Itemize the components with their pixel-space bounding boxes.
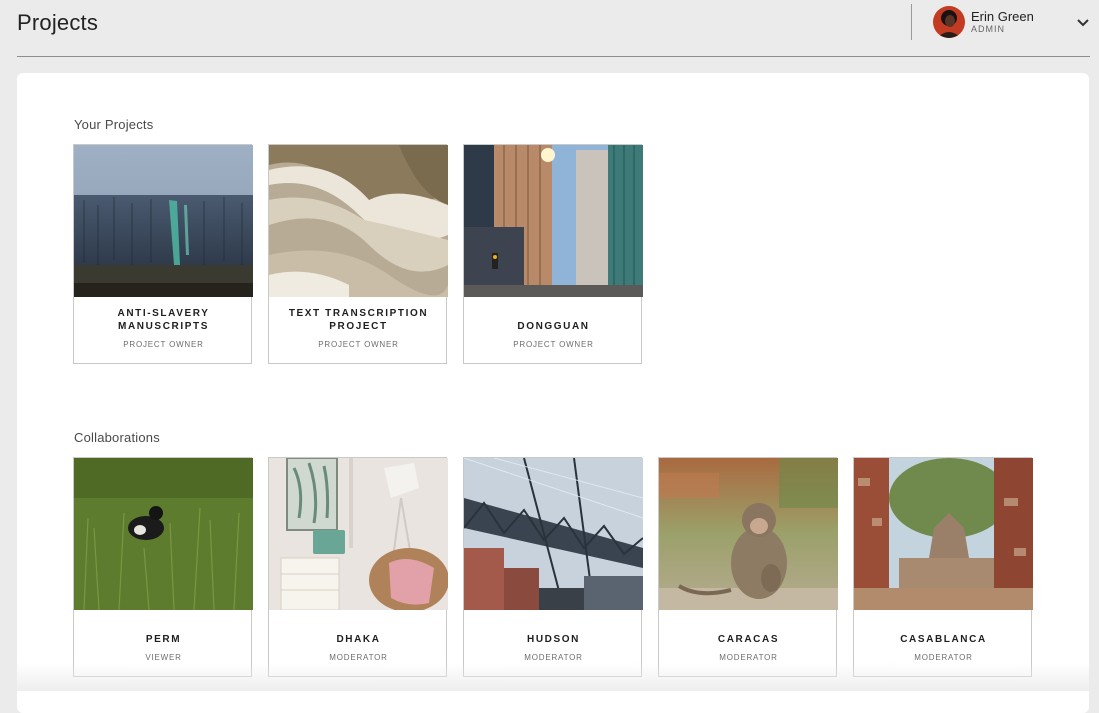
project-role: MODERATOR bbox=[719, 653, 778, 662]
monkey-photo bbox=[659, 458, 838, 610]
project-name: HUDSON bbox=[527, 634, 580, 645]
user-role: ADMIN bbox=[971, 24, 1005, 34]
project-name: PERM bbox=[145, 634, 182, 645]
weathered-wall-photo bbox=[74, 145, 253, 297]
projects-panel: Your Projects ANTI-SLAVERY MANUSCRIPTS P… bbox=[17, 73, 1089, 713]
project-name: TEXT TRANSCRIPTION PROJECT bbox=[288, 308, 429, 332]
card-caption: CASABLANCA MODERATOR bbox=[854, 610, 1033, 678]
bridge-photo bbox=[464, 458, 643, 610]
collaboration-card[interactable]: CASABLANCA MODERATOR bbox=[853, 457, 1033, 678]
project-name: CASABLANCA bbox=[900, 634, 987, 645]
project-card[interactable]: DONGGUAN PROJECT OWNER bbox=[463, 144, 643, 365]
project-card[interactable]: TEXT TRANSCRIPTION PROJECT PROJECT OWNER bbox=[268, 144, 448, 365]
project-role: PROJECT OWNER bbox=[513, 340, 594, 349]
project-role: PROJECT OWNER bbox=[123, 340, 204, 349]
card-caption: DHAKA MODERATOR bbox=[269, 610, 448, 678]
project-role: MODERATOR bbox=[914, 653, 973, 662]
card-caption: TEXT TRANSCRIPTION PROJECT PROJECT OWNER bbox=[269, 297, 448, 365]
user-menu[interactable]: Erin Green ADMIN bbox=[933, 6, 1034, 38]
vintage-room-photo bbox=[269, 458, 448, 610]
project-name: DONGGUAN bbox=[517, 321, 590, 332]
project-role: MODERATOR bbox=[329, 653, 388, 662]
card-caption: HUDSON MODERATOR bbox=[464, 610, 643, 678]
header-underline bbox=[17, 56, 1090, 57]
project-role: MODERATOR bbox=[524, 653, 583, 662]
section-title-collaborations: Collaborations bbox=[74, 430, 160, 445]
collaboration-card[interactable]: DHAKA MODERATOR bbox=[268, 457, 448, 678]
city-skyscrapers-photo bbox=[464, 145, 643, 297]
card-caption: CARACAS MODERATOR bbox=[659, 610, 838, 678]
ruins-photo bbox=[854, 458, 1033, 610]
project-card[interactable]: ANTI-SLAVERY MANUSCRIPTS PROJECT OWNER bbox=[73, 144, 253, 365]
avatar[interactable] bbox=[933, 6, 965, 38]
user-name: Erin Green bbox=[971, 9, 1034, 24]
collaboration-card[interactable]: PERM VIEWER bbox=[73, 457, 253, 678]
header-divider bbox=[911, 4, 912, 40]
project-name: CARACAS bbox=[717, 634, 780, 645]
project-role: VIEWER bbox=[145, 653, 182, 662]
collaboration-card[interactable]: CARACAS MODERATOR bbox=[658, 457, 838, 678]
bird-in-grass-photo bbox=[74, 458, 253, 610]
card-caption: ANTI-SLAVERY MANUSCRIPTS PROJECT OWNER bbox=[74, 297, 253, 365]
project-name: DHAKA bbox=[336, 634, 381, 645]
section-title-your-projects: Your Projects bbox=[74, 117, 154, 132]
card-caption: DONGGUAN PROJECT OWNER bbox=[464, 297, 643, 365]
desert-dunes-photo bbox=[269, 145, 448, 297]
page-title: Projects bbox=[17, 10, 99, 35]
user-info: Erin Green ADMIN bbox=[971, 9, 1034, 35]
top-bar: Projects Erin Green ADMIN bbox=[0, 0, 1099, 56]
chevron-down-icon[interactable] bbox=[1076, 16, 1090, 28]
project-name: ANTI-SLAVERY MANUSCRIPTS bbox=[117, 308, 210, 332]
collaboration-card[interactable]: HUDSON MODERATOR bbox=[463, 457, 643, 678]
project-role: PROJECT OWNER bbox=[318, 340, 399, 349]
card-caption: PERM VIEWER bbox=[74, 610, 253, 678]
